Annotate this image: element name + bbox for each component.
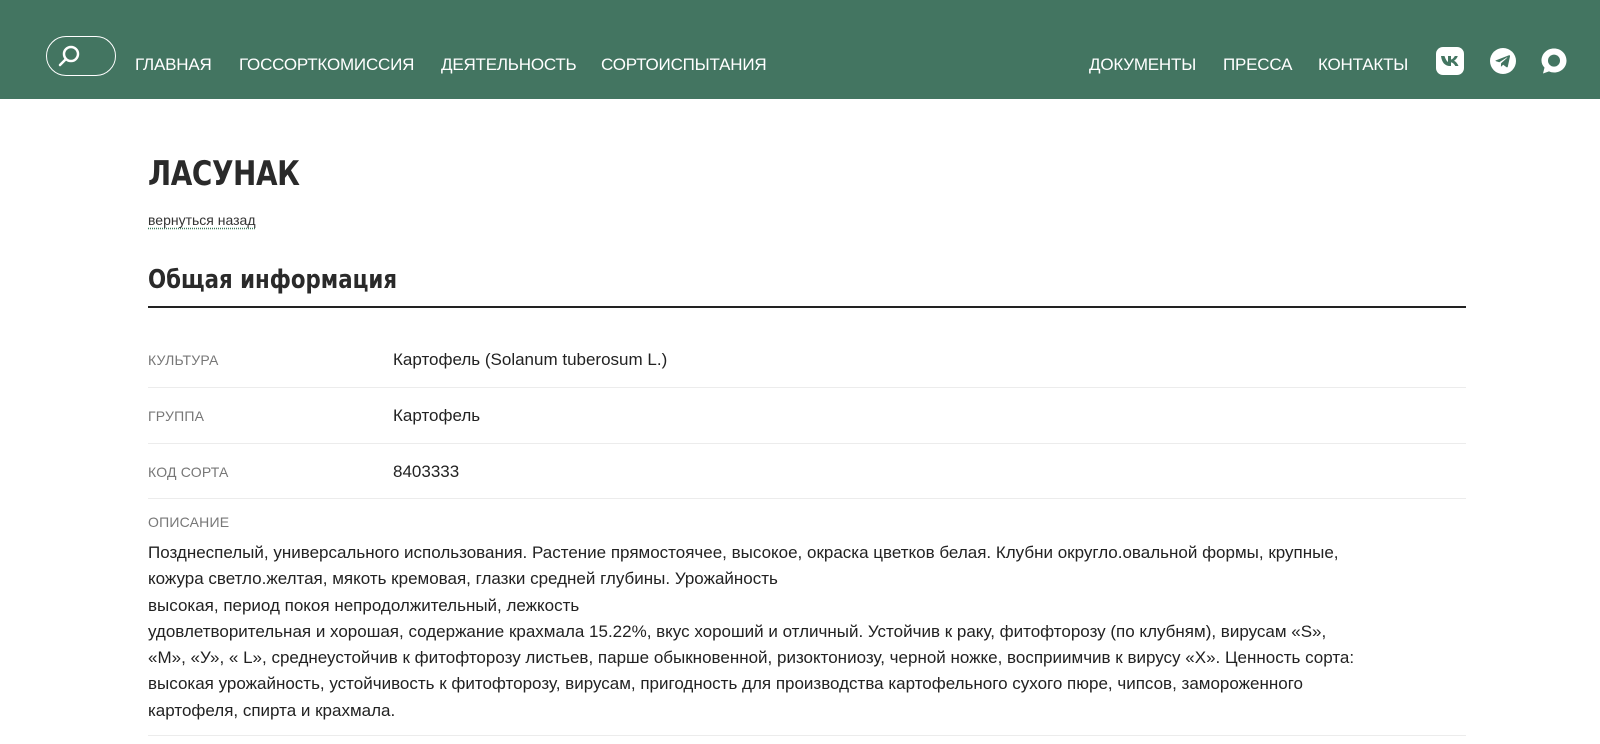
row-divider [148,387,1466,388]
vk-icon[interactable] [1436,47,1464,75]
row-label-group: ГРУППА [148,408,205,424]
search-icon [58,45,80,67]
row-value-group: Картофель [393,406,481,425]
page-title: ЛАСУНАК [148,154,300,194]
section-divider [148,306,1466,308]
row-value-variety-code: 8403333 [393,462,460,481]
row-divider [148,443,1466,444]
section-title: Общая информация [148,265,398,295]
nav-link-activity[interactable]: ДЕЯТЕЛЬНОСТЬ [441,55,577,75]
nav-link-variety-trials[interactable]: СОРТОИСПЫТАНИЯ [601,55,767,75]
row-label-variety-code: КОД СОРТА [148,464,229,480]
max-messenger-icon[interactable] [1540,47,1568,75]
row-divider [148,498,1466,499]
description-label: ОПИСАНИЕ [148,514,230,530]
nav-link-press[interactable]: ПРЕССА [1223,55,1292,75]
row-label-culture: КУЛЬТУРА [148,352,219,368]
telegram-icon[interactable] [1489,47,1517,75]
back-link[interactable]: вернуться назад [148,212,256,228]
nav-link-gossortkomissiya[interactable]: ГОССОРТКОМИССИЯ [239,55,414,75]
nav-link-documents[interactable]: ДОКУМЕНТЫ [1089,55,1196,75]
nav-link-contacts[interactable]: КОНТАКТЫ [1318,55,1408,75]
nav-link-home[interactable]: ГЛАВНАЯ [135,55,212,75]
row-value-culture: Картофель (Solanum tuberosum L.) [393,350,668,369]
row-divider [148,735,1466,736]
search-button[interactable] [46,36,116,76]
description-text: Позднеспелый, универсального использован… [148,543,1355,720]
top-navigation-bar: ГЛАВНАЯ ГОССОРТКОМИССИЯ ДЕЯТЕЛЬНОСТЬ СОР… [0,0,1600,99]
